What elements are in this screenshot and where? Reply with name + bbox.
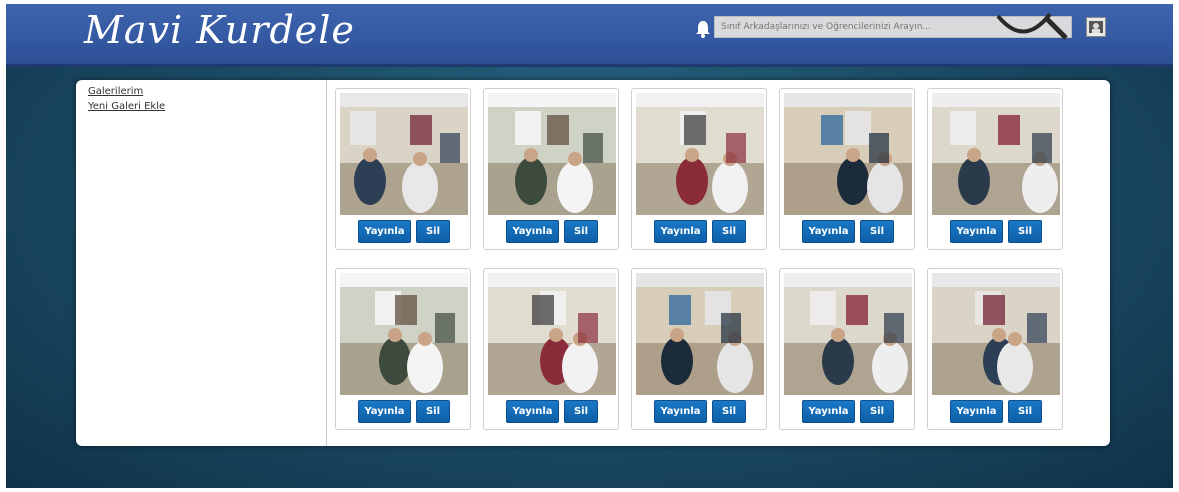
gallery-photo[interactable] bbox=[488, 93, 616, 215]
search-icon[interactable] bbox=[994, 6, 1072, 42]
publish-button[interactable]: Yayınla bbox=[358, 220, 411, 243]
publish-button[interactable]: Yayınla bbox=[950, 220, 1003, 243]
site-logo[interactable]: Mavi Kurdele bbox=[84, 8, 355, 52]
gallery-card: Yayınla Sil bbox=[335, 268, 471, 430]
delete-button[interactable]: Sil bbox=[712, 220, 746, 243]
gallery-card: Yayınla Sil bbox=[631, 268, 767, 430]
delete-button[interactable]: Sil bbox=[564, 220, 598, 243]
sidebar-link-add-gallery[interactable]: Yeni Galeri Ekle bbox=[88, 101, 165, 112]
publish-button[interactable]: Yayınla bbox=[802, 400, 855, 423]
delete-button[interactable]: Sil bbox=[564, 400, 598, 423]
gallery-photo[interactable] bbox=[636, 93, 764, 215]
gallery-photo[interactable] bbox=[932, 93, 1060, 215]
publish-button[interactable]: Yayınla bbox=[506, 400, 559, 423]
gallery-photo[interactable] bbox=[340, 93, 468, 215]
gallery-card: Yayınla Sil bbox=[779, 268, 915, 430]
gallery-card: Yayınla Sil bbox=[631, 88, 767, 250]
delete-button[interactable]: Sil bbox=[1008, 400, 1042, 423]
publish-button[interactable]: Yayınla bbox=[654, 400, 707, 423]
delete-button[interactable]: Sil bbox=[860, 400, 894, 423]
gallery-card: Yayınla Sil bbox=[927, 88, 1063, 250]
page-background: Mavi Kurdele Galerilerim Yeni Galeri Ekl… bbox=[6, 4, 1173, 488]
top-header: Mavi Kurdele bbox=[6, 4, 1173, 67]
gallery-card: Yayınla Sil bbox=[335, 88, 471, 250]
publish-button[interactable]: Yayınla bbox=[358, 400, 411, 423]
gallery-photo[interactable] bbox=[932, 273, 1060, 395]
gallery-photo[interactable] bbox=[784, 273, 912, 395]
gallery-card: Yayınla Sil bbox=[483, 88, 619, 250]
gallery-photo[interactable] bbox=[636, 273, 764, 395]
publish-button[interactable]: Yayınla bbox=[950, 400, 1003, 423]
gallery-photo[interactable] bbox=[340, 273, 468, 395]
gallery-photo[interactable] bbox=[488, 273, 616, 395]
publish-button[interactable]: Yayınla bbox=[506, 220, 559, 243]
delete-button[interactable]: Sil bbox=[416, 400, 450, 423]
sidebar-link-my-galleries[interactable]: Galerilerim bbox=[88, 86, 143, 97]
gallery-card: Yayınla Sil bbox=[483, 268, 619, 430]
delete-button[interactable]: Sil bbox=[860, 220, 894, 243]
sidebar: Galerilerim Yeni Galeri Ekle bbox=[76, 80, 327, 446]
delete-button[interactable]: Sil bbox=[712, 400, 746, 423]
gallery-photo[interactable] bbox=[784, 93, 912, 215]
content-panel: Galerilerim Yeni Galeri Ekle Yayınla Sil Y… bbox=[76, 80, 1110, 446]
delete-button[interactable]: Sil bbox=[416, 220, 450, 243]
publish-button[interactable]: Yayınla bbox=[802, 220, 855, 243]
publish-button[interactable]: Yayınla bbox=[654, 220, 707, 243]
delete-button[interactable]: Sil bbox=[1008, 220, 1042, 243]
profile-picture-icon[interactable] bbox=[1086, 17, 1106, 37]
gallery-card: Yayınla Sil bbox=[779, 88, 915, 250]
notification-bell-icon[interactable] bbox=[694, 19, 712, 39]
gallery-card: Yayınla Sil bbox=[927, 268, 1063, 430]
